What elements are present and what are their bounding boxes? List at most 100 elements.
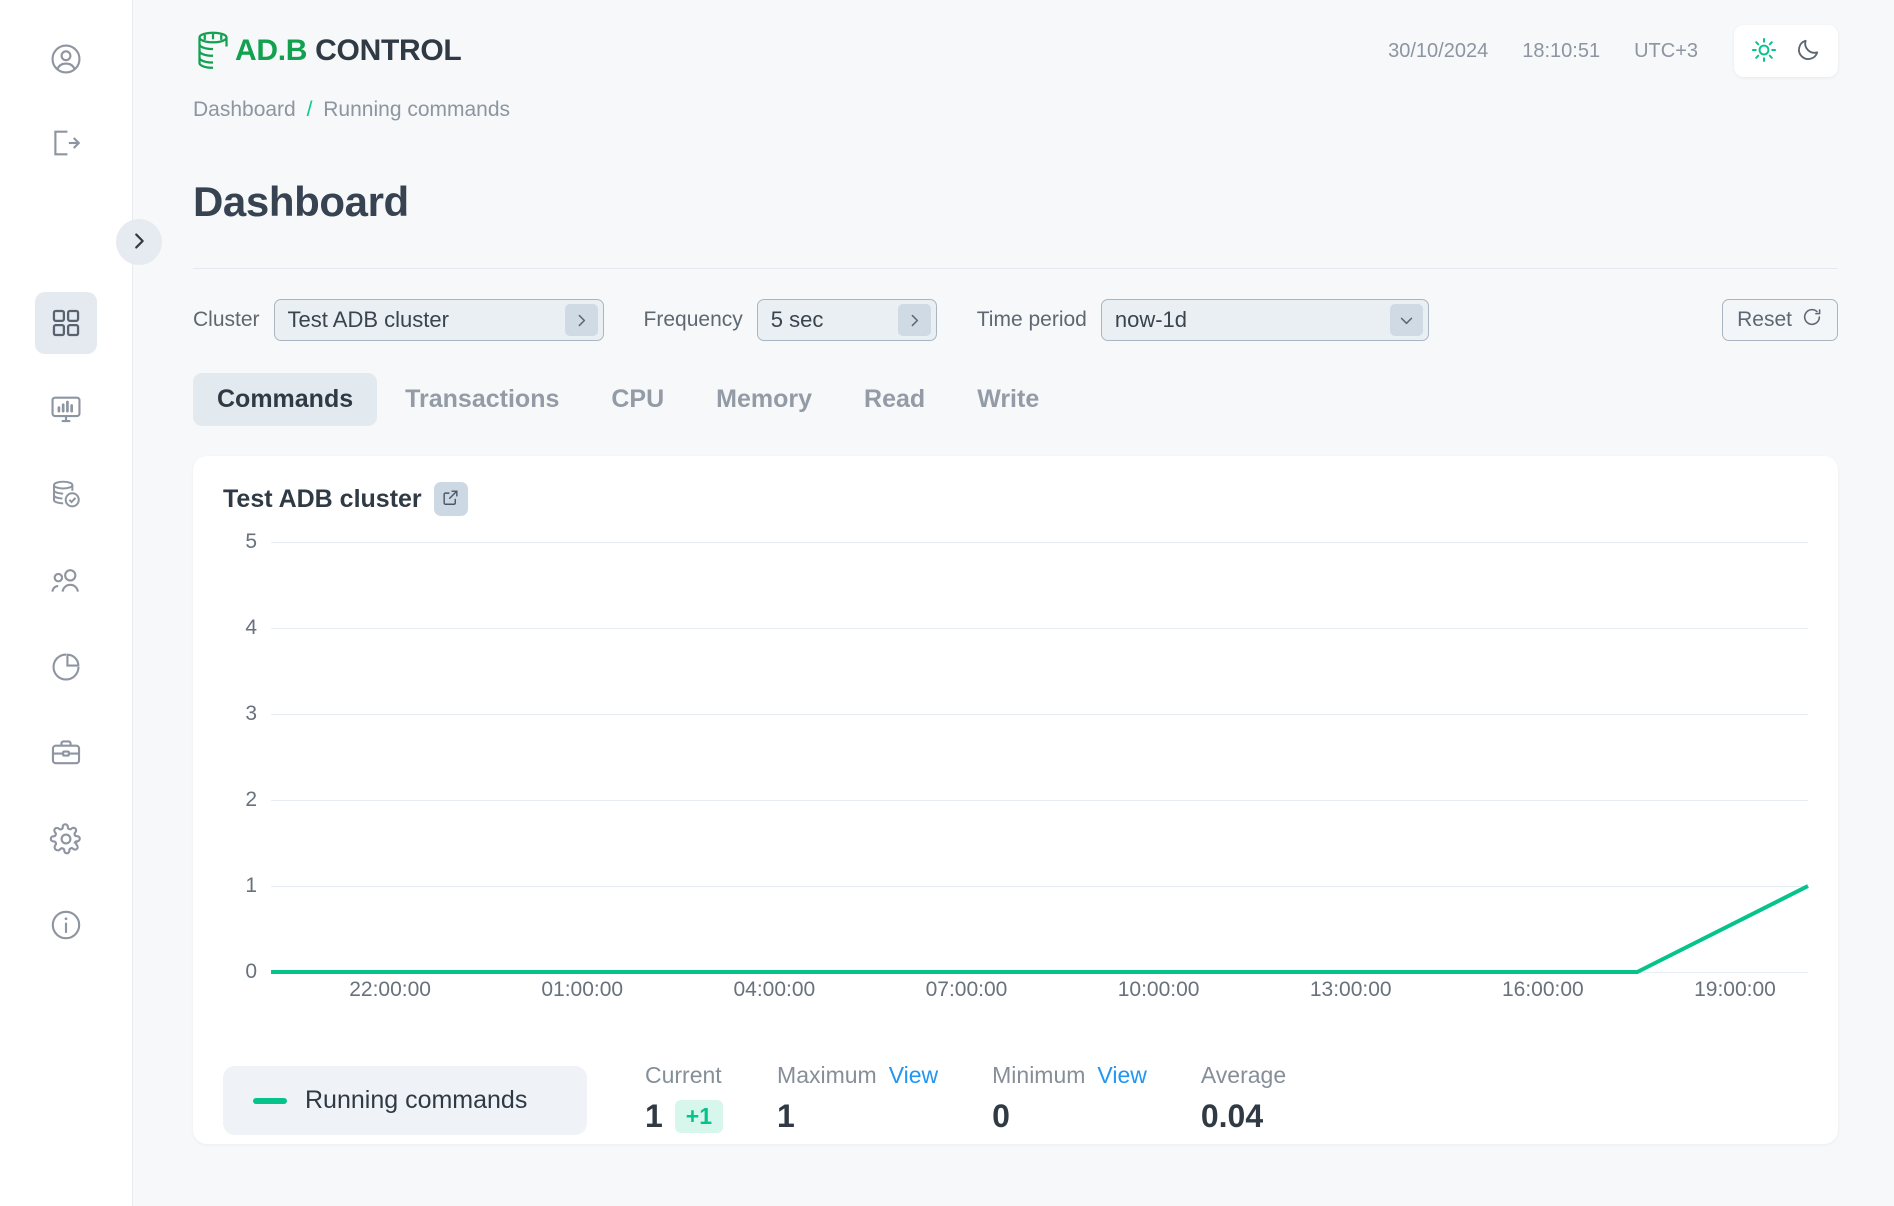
chevron-right-icon[interactable] [564, 304, 598, 336]
chart-legend-item[interactable]: Running commands [223, 1066, 587, 1135]
breadcrumb-root[interactable]: Dashboard [193, 98, 296, 121]
logo-text-adb: AD.B [235, 34, 308, 67]
database-check-icon [49, 478, 83, 512]
current-date: 30/10/2024 [1388, 39, 1489, 62]
page-title: Dashboard [193, 178, 409, 225]
topbar: AD.B CONTROL 30/10/2024 18:10:51 UTC+3 [193, 0, 1838, 92]
metric-tabs: Commands Transactions CPU Memory Read Wr… [193, 373, 1838, 426]
breadcrumb: Dashboard / Running commands [193, 98, 1838, 122]
chart-stats: Running commands Current 1 +1 Maximum Vi… [223, 1062, 1808, 1135]
current-time: 18:10:51 [1522, 39, 1601, 62]
tab-cpu[interactable]: CPU [587, 373, 688, 426]
chart-grid [271, 542, 1808, 972]
chart-y-axis: 0 1 2 3 4 5 [223, 530, 257, 983]
stat-average: Average 0.04 [1201, 1062, 1286, 1135]
stat-minimum-label: Minimum [992, 1062, 1086, 1088]
legend-label: Running commands [305, 1086, 528, 1114]
sidebar-item-reports[interactable] [35, 636, 97, 698]
stat-minimum-value: 0 [992, 1098, 1010, 1134]
legend-color-swatch [253, 1097, 287, 1104]
external-link-icon [441, 488, 460, 510]
gear-icon [49, 822, 83, 856]
sidebar-item-databases[interactable] [35, 464, 97, 526]
app-logo-text: AD.B CONTROL [235, 34, 462, 68]
chart-x-tick: 04:00:00 [733, 978, 816, 1001]
theme-light-button[interactable] [1747, 34, 1781, 68]
stat-average-value: 0.04 [1200, 1098, 1264, 1134]
chart-card-header: Test ADB cluster [223, 482, 1808, 516]
stat-average-label: Average [1200, 1062, 1287, 1088]
sidebar-item-settings[interactable] [35, 808, 97, 870]
chart-y-tick: 2 [245, 788, 257, 811]
expand-chart-button[interactable] [433, 482, 468, 516]
stat-current: Current 1 +1 [645, 1062, 724, 1135]
tab-read[interactable]: Read [840, 373, 949, 426]
stat-minimum: Minimum View 0 [992, 1062, 1147, 1135]
stat-maximum-row: 1 [777, 1098, 938, 1135]
chart-x-tick: 07:00:00 [925, 978, 1008, 1001]
chart-x-tick: 10:00:00 [1117, 978, 1200, 1001]
pie-chart-icon [49, 650, 83, 684]
filters-bar: Cluster Test ADB cluster Frequency 5 sec… [193, 299, 1838, 341]
stat-maximum-label: Maximum [777, 1062, 877, 1088]
sidebar [0, 0, 162, 1206]
sidebar-item-dashboard[interactable] [35, 292, 97, 354]
chevron-down-icon[interactable] [1389, 304, 1423, 336]
title-divider [193, 268, 1838, 269]
chart-x-tick: 22:00:00 [349, 978, 431, 1001]
chart-y-tick: 4 [245, 616, 257, 639]
chart-y-tick: 0 [245, 960, 257, 983]
database-stack-logo-icon [193, 30, 233, 72]
grid-dashboard-icon [49, 306, 83, 340]
app-root: AD.B CONTROL 30/10/2024 18:10:51 UTC+3 D… [0, 0, 1894, 1206]
sidebar-expand-toggle[interactable] [116, 219, 162, 265]
theme-toggle [1734, 25, 1838, 77]
sidebar-item-info[interactable] [35, 894, 97, 956]
app-logo[interactable]: AD.B CONTROL [193, 30, 462, 72]
theme-dark-button[interactable] [1791, 34, 1825, 68]
time-period-select[interactable]: now-1d [1100, 299, 1429, 341]
stat-maximum-header: Maximum View [777, 1062, 938, 1089]
chart-y-tick: 1 [245, 874, 257, 897]
sidebar-item-logout[interactable] [35, 112, 97, 174]
sidebar-item-jobs[interactable] [35, 722, 97, 784]
chart-x-tick: 13:00:00 [1309, 978, 1392, 1001]
tab-write[interactable]: Write [953, 373, 1063, 426]
sidebar-item-monitoring[interactable] [35, 378, 97, 440]
tab-memory[interactable]: Memory [692, 373, 836, 426]
refresh-icon [1801, 306, 1823, 334]
reset-button[interactable]: Reset [1722, 299, 1838, 341]
breadcrumb-separator: / [306, 98, 313, 121]
frequency-select[interactable]: 5 sec [756, 299, 937, 341]
sidebar-item-profile[interactable] [35, 28, 97, 90]
monitor-chart-icon [49, 392, 83, 426]
stat-maximum: Maximum View 1 [777, 1062, 938, 1135]
frequency-select-value: 5 sec [770, 307, 824, 332]
user-circle-icon [49, 42, 83, 76]
stat-minimum-row: 0 [992, 1098, 1147, 1135]
tab-transactions[interactable]: Transactions [381, 373, 583, 426]
breadcrumb-current: Running commands [323, 98, 511, 121]
chart-x-axis: 22:00:00 01:00:00 04:00:00 07:00:00 10:00:00… [271, 978, 1808, 1018]
cluster-select[interactable]: Test ADB cluster [273, 299, 604, 341]
sun-icon [1751, 37, 1777, 66]
stat-minimum-view-link[interactable]: View [1097, 1062, 1146, 1089]
cluster-label: Cluster [193, 308, 260, 331]
chart-x-tick: 19:00:00 [1694, 978, 1776, 1001]
stat-current-label: Current [645, 1062, 722, 1088]
stat-current-delta-badge: +1 [674, 1100, 724, 1133]
timezone-label: UTC+3 [1634, 39, 1698, 62]
tab-commands[interactable]: Commands [193, 373, 378, 426]
users-icon [49, 564, 83, 598]
chart-series-running-commands [271, 542, 1808, 972]
stat-average-header: Average [1201, 1062, 1286, 1089]
chart-plot-area: 0 1 2 3 4 5 [223, 530, 1808, 983]
chevron-right-icon[interactable] [897, 304, 931, 336]
sidebar-item-users[interactable] [35, 550, 97, 612]
cluster-select-value: Test ADB cluster [287, 307, 449, 332]
chart-card: Test ADB cluster 012345 22:00:00 01:00:0… [193, 456, 1838, 1144]
chart-x-tick: 16:00:00 [1501, 978, 1584, 1001]
stat-maximum-value: 1 [777, 1098, 795, 1134]
stat-maximum-view-link[interactable]: View [889, 1062, 938, 1089]
chart-y-tick: 5 [245, 530, 257, 553]
